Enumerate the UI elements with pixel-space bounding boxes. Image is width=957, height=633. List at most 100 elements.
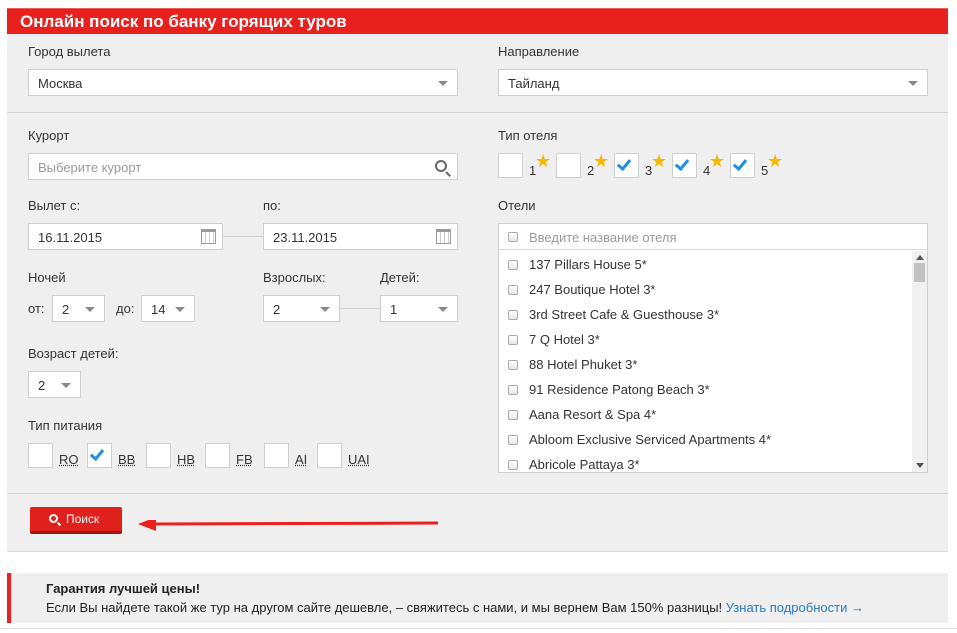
- hotel-search-input[interactable]: Введите название отеля: [499, 224, 927, 250]
- guarantee-text: Если Вы найдете такой же тур на другом с…: [46, 600, 723, 615]
- calendar-icon[interactable]: [201, 229, 216, 244]
- list-item[interactable]: Aana Resort & Spa 4*: [499, 403, 909, 428]
- hotel-checkbox[interactable]: [508, 385, 518, 395]
- meal-checkbox-ro[interactable]: [28, 443, 53, 468]
- hotel-type-checkbox-2[interactable]: [556, 153, 581, 178]
- meal-checkbox-uai[interactable]: [317, 443, 342, 468]
- divider: [7, 112, 948, 113]
- nights-from-select[interactable]: 2: [52, 295, 105, 322]
- nights-to-select[interactable]: 14: [141, 295, 195, 322]
- meal-option-label[interactable]: RO: [59, 452, 79, 467]
- list-item[interactable]: Abloom Exclusive Serviced Apartments 4*: [499, 428, 909, 453]
- departure-select[interactable]: Москва: [28, 69, 458, 96]
- meal-option-label[interactable]: AI: [295, 452, 307, 467]
- range-connector: [223, 236, 263, 237]
- hotel-type-checkbox-1[interactable]: [498, 153, 523, 178]
- chevron-down-icon: [61, 383, 71, 388]
- hotel-name: 88 Hotel Phuket 3*: [529, 357, 638, 372]
- list-item[interactable]: 137 Pillars House 5*: [499, 253, 909, 278]
- price-guarantee-banner: Гарантия лучшей цены! Если Вы найдете та…: [7, 573, 948, 623]
- details-link[interactable]: Узнать подробности →: [726, 600, 864, 615]
- nights-to-value: 14: [151, 302, 166, 317]
- checkmark-icon: [732, 155, 748, 172]
- hotel-name: 7 Q Hotel 3*: [529, 332, 600, 347]
- calendar-icon[interactable]: [436, 229, 451, 244]
- adults-select[interactable]: 2: [263, 295, 340, 322]
- scroll-thumb[interactable]: [914, 263, 925, 282]
- list-item[interactable]: Abricole Pattaya 3*: [499, 453, 909, 478]
- form-title: Онлайн поиск по банку горящих туров: [20, 12, 347, 31]
- nights-label: Ночей: [28, 270, 66, 285]
- meal-option-label[interactable]: BB: [118, 452, 135, 467]
- search-icon: [49, 514, 58, 523]
- meal-option-label[interactable]: HB: [177, 452, 195, 467]
- hotel-type-checkbox-4[interactable]: [672, 153, 697, 178]
- departure-label: Город вылета: [28, 44, 111, 59]
- search-form-panel: Онлайн поиск по банку горящих туров Горо…: [7, 8, 948, 552]
- date-to-input[interactable]: 23.11.2015: [263, 223, 458, 250]
- hotel-name: 247 Boutique Hotel 3*: [529, 282, 656, 297]
- children-select[interactable]: 1: [380, 295, 458, 322]
- children-age-value: 2: [38, 378, 46, 393]
- chevron-down-icon: [908, 81, 918, 86]
- children-label: Детей:: [380, 270, 420, 285]
- divider: [7, 493, 948, 494]
- hotel-name: Aana Resort & Spa 4*: [529, 407, 657, 422]
- destination-label: Направление: [498, 44, 580, 59]
- children-age-select[interactable]: 2: [28, 371, 81, 398]
- adults-label: Взрослых:: [263, 270, 326, 285]
- hotel-type-checkbox-3[interactable]: [614, 153, 639, 178]
- hotel-name: Abricole Pattaya 3*: [529, 457, 640, 472]
- hotel-checkbox[interactable]: [508, 360, 518, 370]
- select-all-checkbox[interactable]: [508, 232, 518, 242]
- children-age-label: Возраст детей:: [28, 346, 119, 361]
- list-item[interactable]: 7 Q Hotel 3*: [499, 328, 909, 353]
- hotel-checkbox[interactable]: [508, 435, 518, 445]
- hotel-checkbox[interactable]: [508, 310, 518, 320]
- hotel-name: Abloom Exclusive Serviced Apartments 4*: [529, 432, 772, 447]
- hotel-checkbox[interactable]: [508, 335, 518, 345]
- meal-option-label[interactable]: UAI: [348, 452, 370, 467]
- checkmark-icon: [674, 155, 690, 172]
- search-button[interactable]: Поиск: [30, 507, 122, 534]
- checkmark-icon: [616, 155, 632, 172]
- nights-from-label: от:: [28, 301, 45, 316]
- hotel-checkbox[interactable]: [508, 285, 518, 295]
- list-item[interactable]: 91 Residence Patong Beach 3*: [499, 378, 909, 403]
- hotel-checkbox[interactable]: [508, 260, 518, 270]
- meal-option-label[interactable]: FB: [236, 452, 253, 467]
- hotel-type-checkbox-5[interactable]: [730, 153, 755, 178]
- resort-placeholder: Выберите курорт: [38, 160, 142, 175]
- checkmark-icon: [89, 445, 105, 462]
- guarantee-title: Гарантия лучшей цены!: [46, 581, 201, 596]
- meal-checkbox-fb[interactable]: [205, 443, 230, 468]
- departure-value: Москва: [38, 76, 83, 91]
- hotel-checkbox[interactable]: [508, 460, 518, 470]
- star-icon: ★: [593, 151, 610, 171]
- hotel-name: 137 Pillars House 5*: [529, 257, 647, 272]
- resort-input[interactable]: Выберите курорт: [28, 153, 458, 180]
- hotels-label: Отели: [498, 198, 536, 213]
- scrollbar[interactable]: [912, 251, 927, 472]
- hotel-type-label: Тип отеля: [498, 128, 558, 143]
- resort-label: Курорт: [28, 128, 70, 143]
- list-item[interactable]: 247 Boutique Hotel 3*: [499, 278, 909, 303]
- scroll-down-icon[interactable]: [916, 463, 924, 468]
- date-to-value: 23.11.2015: [273, 230, 338, 245]
- scroll-up-icon[interactable]: [916, 255, 924, 260]
- meal-checkbox-hb[interactable]: [146, 443, 171, 468]
- hotels-list: Введите название отеля 137 Pillars House…: [498, 223, 928, 473]
- meal-label: Тип питания: [28, 418, 103, 433]
- guarantee-text-line: Если Вы найдете такой же тур на другом с…: [46, 600, 864, 615]
- chevron-down-icon: [438, 81, 448, 86]
- hotel-checkbox[interactable]: [508, 410, 518, 420]
- hotel-name: 91 Residence Patong Beach 3*: [529, 382, 710, 397]
- list-item[interactable]: 88 Hotel Phuket 3*: [499, 353, 909, 378]
- search-icon[interactable]: [435, 160, 447, 172]
- meal-checkbox-ai[interactable]: [264, 443, 289, 468]
- list-item[interactable]: 3rd Street Cafe & Guesthouse 3*: [499, 303, 909, 328]
- meal-checkbox-bb[interactable]: [87, 443, 112, 468]
- hotel-search-placeholder: Введите название отеля: [529, 230, 677, 245]
- destination-select[interactable]: Тайланд: [498, 69, 928, 96]
- date-from-input[interactable]: 16.11.2015: [28, 223, 223, 250]
